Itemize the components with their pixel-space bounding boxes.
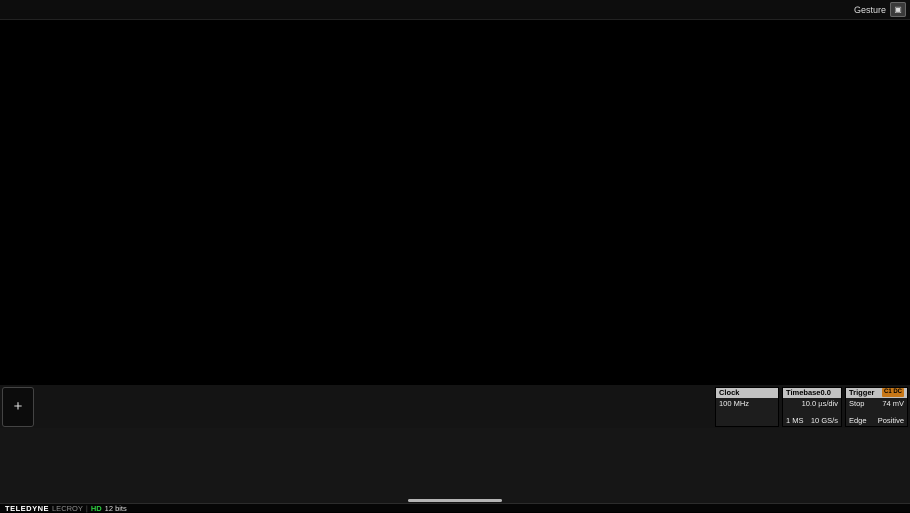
timebase-per-div: 10.0 µs/div (802, 399, 838, 408)
brand-teledyne: TELEDYNE (5, 504, 49, 513)
trigger-mode: Stop (849, 399, 864, 408)
brand-separator: | (86, 504, 88, 513)
trigger-slope: Positive (878, 416, 904, 425)
gesture-icon[interactable]: ▣ (890, 2, 906, 17)
table-scrollbar-thumb[interactable] (408, 499, 502, 502)
trace-descriptor-bar: + Clock 100 MHz Timebase 0.0 µs 10.0 µs/… (0, 384, 910, 428)
timebase-offset: 0.0 µs (820, 388, 838, 398)
timebase-title: Timebase (786, 388, 820, 398)
hd-mode-badge: HD (91, 504, 102, 513)
brand-lecroy: LECROY (52, 504, 83, 513)
clock-value: 100 MHz (719, 399, 749, 408)
clock-box[interactable]: Clock 100 MHz (715, 387, 779, 427)
trigger-type: Edge (849, 416, 867, 425)
acquisition-info-boxes: Clock 100 MHz Timebase 0.0 µs 10.0 µs/di… (715, 387, 908, 427)
status-bar: TELEDYNE LECROY | HD 12 bits (0, 503, 910, 512)
trigger-box[interactable]: Trigger C1 DC Stop 74 mV Edge Positive (845, 387, 908, 427)
timebase-samples: 1 MS (786, 416, 804, 425)
clock-title: Clock (719, 388, 739, 398)
trigger-level: 74 mV (882, 399, 904, 408)
add-trace-button[interactable]: + (2, 387, 34, 427)
gesture-label: Gesture (854, 5, 886, 15)
trigger-title: Trigger (849, 388, 874, 398)
waveform-grid (0, 20, 910, 384)
trigger-source-badge: C1 DC (882, 388, 904, 397)
bit-depth-label: 12 bits (105, 504, 127, 513)
timebase-box[interactable]: Timebase 0.0 µs 10.0 µs/div 1 MS 10 GS/s (782, 387, 842, 427)
timebase-rate: 10 GS/s (811, 416, 838, 425)
menu-bar: Gesture ▣ (0, 0, 910, 20)
measurement-table-area (0, 428, 910, 503)
menu-bar-right: Gesture ▣ (854, 2, 910, 17)
